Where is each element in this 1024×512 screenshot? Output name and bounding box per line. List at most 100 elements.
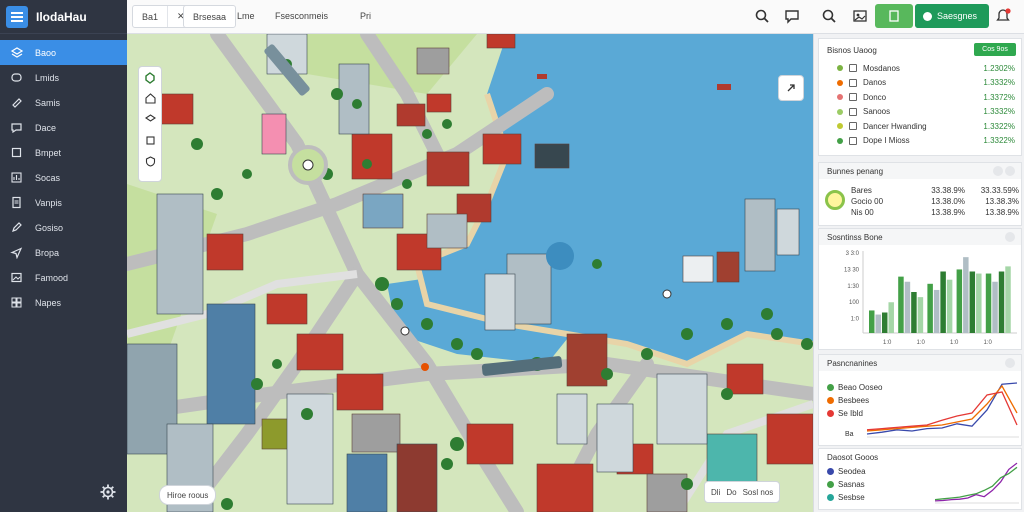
bar [933,289,940,333]
toolbar-button-1[interactable]: Ba1 [133,6,169,27]
donut-indicator [825,190,845,210]
layers-card-header: Bisnos Uaoog Cos 9os [819,39,1021,61]
edit-icon [12,222,22,232]
search-icon[interactable] [754,8,770,24]
chat-icon [11,73,22,82]
layer-list: Mosdanos 1.2302% Danos 1.3332% Donco 1.3372% S… [819,61,1021,148]
comment-icon[interactable] [784,8,800,24]
sidebar-item-label: Dace [35,122,57,133]
y-tick-label: 13 30 [844,267,860,273]
map-compass-icon[interactable] [139,67,161,88]
summary-value-a: 13.38.0% [931,197,965,206]
summary-row: Bares 33.38.9% 33.33.59% [851,185,1019,196]
bar [969,271,976,333]
layer-row[interactable]: Mosdanos 1.2302% [819,61,1021,76]
search-icon-2[interactable] [821,8,837,24]
toolbar-link-3[interactable]: Lme [237,11,255,21]
layer-row[interactable]: Donco 1.3372% [819,90,1021,105]
sidebar-item-1[interactable]: Lmids [0,65,127,90]
zoom-b[interactable]: Do [726,488,736,497]
sidebar-item-label: Lmids [35,72,60,83]
sidebar-item-4[interactable]: Bmpet [0,140,127,165]
sidebar-item-7[interactable]: Gosiso [0,215,127,240]
map-tool-shield-icon[interactable] [139,151,161,172]
share-icon[interactable] [778,75,804,101]
toolbar-button-2[interactable]: Brsesaa [184,6,235,27]
sidebar-item-2[interactable]: Samis [0,90,127,115]
expand-icon[interactable] [1005,358,1015,368]
summary-row: Nis 00 13.38.9% 13.38.9% [851,207,1019,218]
layer-checkbox[interactable] [849,78,857,87]
summary-value-b: 13.38.9% [985,208,1019,217]
bar [927,283,933,333]
gear-icon[interactable] [100,484,116,500]
legend-label: Se Ibld [838,409,863,418]
layer-row[interactable]: Dancer Hwanding 1.3322% [819,119,1021,134]
legend-swatch [827,410,834,417]
map-tool-house-icon[interactable] [139,88,161,109]
layer-checkbox[interactable] [849,64,857,73]
add-layer-button[interactable]: Cos 9os [974,43,1016,56]
layer-row[interactable]: Dope I Mioss 1.3322% [819,134,1021,149]
bar [963,257,969,333]
legend-item: Seodea [827,465,866,478]
sidebar-item-3[interactable]: Dace [0,115,127,140]
send-icon [10,247,23,259]
bar [998,271,1005,333]
green-action-button[interactable] [875,4,913,28]
map-tool-layers-icon[interactable] [139,109,161,130]
series-line-0 [866,382,1018,435]
layer-checkbox[interactable] [849,93,857,102]
bar [898,276,904,333]
line-chart-2 [934,462,1019,504]
layer-row[interactable]: Sanoos 1.3332% [819,105,1021,120]
map-zoom-control[interactable]: Dli Do Sosl nos [704,481,781,503]
top-toolbar: Ba1 ✕ Brsesaa Lme Fsesconmeis Pri Saesgn… [127,0,1024,34]
zoom-c[interactable]: Sosl nos [743,488,774,497]
layer-value: 1.3332% [983,78,1015,88]
y-tick-label: 3 3:0 [846,251,860,257]
expand-icon[interactable] [1005,232,1015,242]
map-tool-tag-icon[interactable] [139,130,161,151]
sidebar-item-5[interactable]: Socas [0,165,127,190]
summary-label: Bares [851,186,872,195]
sidebar-nav: Baoo Lmids Samis Dace Bmpet Socas Vanpis Gosiso… [0,40,127,315]
layers-card: Bisnos Uaoog Cos 9os Mosdanos 1.2302% Dano… [818,38,1022,156]
image-icon[interactable] [852,8,868,24]
menu-button[interactable] [6,5,28,28]
bar [1005,266,1011,333]
tag-icon [12,98,22,108]
layer-checkbox[interactable] [849,136,857,145]
bar-chart-title: Sosntinss Bone [827,232,883,242]
x-tick-label: 1:0 [984,340,993,346]
legend-label: Sesbse [838,493,865,502]
line-chart-2-title: Daosot Gooos [827,452,879,462]
bar [869,310,875,333]
sidebar-item-0[interactable]: Baoo [0,40,127,65]
minimize-icon[interactable] [993,166,1003,176]
sidebar-item-6[interactable]: Vanpis [0,190,127,215]
notification-icon[interactable] [995,8,1011,24]
layer-checkbox[interactable] [849,107,857,116]
primary-button[interactable]: Saesgnes [915,4,989,28]
toolbar-link-4[interactable]: Fsesconmeis [275,11,328,21]
toolbar-link-5[interactable]: Pri [360,11,371,21]
city-map[interactable]: Hiroe roous Dli Do Sosl nos [127,34,813,512]
layer-label: Dope I Mioss [863,136,910,146]
layer-value: 1.3322% [983,121,1015,131]
sidebar-item-8[interactable]: Bropa [0,240,127,265]
bar-chart-card: Sosntinss Bone 3 3:0 13 30 1:30 100 1:0 1:0 1:… [818,228,1022,350]
bar [940,271,946,333]
zoom-a[interactable]: Dli [711,488,720,497]
sidebar-item-label: Bmpet [35,147,62,158]
layer-row[interactable]: Danos 1.3332% [819,76,1021,91]
map-status: Hiroe roous [159,485,217,505]
layer-label: Donco [863,92,887,102]
sidebar-item-9[interactable]: Famood [0,265,127,290]
summary-title: Bunnes penang [827,166,884,176]
map-canvas[interactable] [127,34,813,512]
sidebar-item-10[interactable]: Napes [0,290,127,315]
legend-swatch [827,397,834,404]
close-icon[interactable] [1005,166,1015,176]
layer-checkbox[interactable] [849,122,857,131]
